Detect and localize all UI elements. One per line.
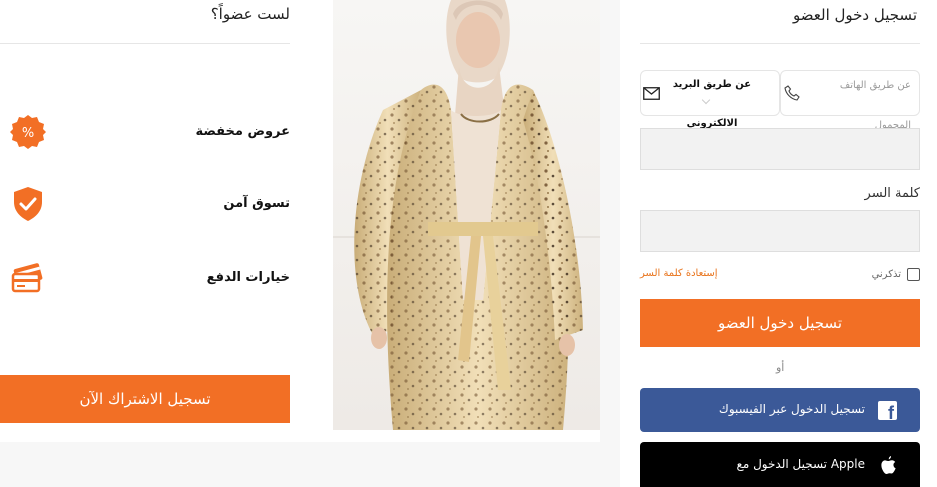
divider <box>640 43 920 44</box>
password-label: كلمة السر <box>864 186 920 201</box>
facebook-login-button[interactable]: f تسجيل الدخول عبر الفيسبوك <box>640 388 920 432</box>
signup-title: لست عضواً؟ <box>210 5 290 23</box>
password-field[interactable] <box>640 210 920 252</box>
divider <box>0 43 290 44</box>
login-method-phone-tab[interactable]: عن طريق الهاتف المحمول <box>780 70 920 131</box>
apple-login-label: Apple تسجيل الدخول مع <box>736 457 865 471</box>
apple-login-button[interactable]: Apple تسجيل الدخول مع <box>640 442 920 487</box>
remember-me[interactable]: تذكرني <box>872 268 920 281</box>
login-button[interactable]: تسجيل دخول العضو <box>640 299 920 347</box>
facebook-icon: f <box>878 401 897 422</box>
login-title: تسجيل دخول العضو <box>793 6 917 24</box>
remember-me-label: تذكرني <box>871 269 901 280</box>
forgot-password-link[interactable]: إستعادة كلمة السر <box>640 268 718 279</box>
envelope-icon <box>643 87 660 100</box>
benefit-label: تسوق آمن <box>223 196 290 211</box>
email-field[interactable] <box>640 128 920 170</box>
benefit-label: خيارات الدفع <box>206 270 290 285</box>
remember-me-checkbox[interactable] <box>907 268 920 281</box>
shield-check-icon <box>14 187 42 221</box>
svg-text:%: % <box>22 126 34 141</box>
login-method-email-tab[interactable]: عن طريق البريد الالكتروني <box>640 70 780 129</box>
apple-icon <box>881 456 896 474</box>
facebook-login-label: تسجيل الدخول عبر الفيسبوك <box>718 402 865 416</box>
register-now-button[interactable]: تسجيل الاشتراك الآن <box>0 375 290 423</box>
benefit-label: عروض مخفضة <box>195 124 290 139</box>
phone-icon <box>784 85 800 101</box>
product-image <box>333 0 600 430</box>
benefit-item-payment: خيارات الدفع <box>0 260 290 300</box>
discount-badge-icon: % <box>10 115 46 149</box>
login-page: لست عضواً؟ عروض مخفضة % تسوق آمن خيارات … <box>0 0 937 487</box>
benefit-item-secure: تسوق آمن <box>0 186 290 226</box>
benefit-item-discount: عروض مخفضة % <box>0 114 290 154</box>
or-separator: أو <box>776 361 785 374</box>
credit-cards-icon <box>11 263 43 293</box>
